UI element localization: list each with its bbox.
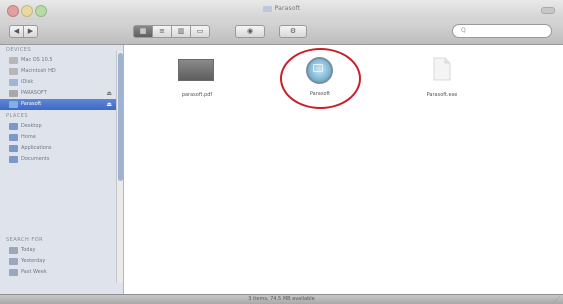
- finder-window: Parasoft ◀ ▶ ▦ ≡ ▥ ▭ ◉ ⚙ Q DEVICES Mac O…: [0, 0, 563, 304]
- sidebar-item-desktop[interactable]: Desktop: [0, 121, 116, 132]
- sidebar-item-label: Parasoft: [21, 101, 42, 107]
- folder-icon: [262, 5, 272, 12]
- sidebar-item-label: Macintosh HD: [21, 68, 56, 74]
- toolbar-toggle-button[interactable]: [541, 7, 555, 14]
- sidebar-item-home[interactable]: Home: [0, 132, 116, 143]
- sidebar-item-label: Desktop: [21, 123, 42, 129]
- sidebar-section-devices: DEVICES: [6, 47, 32, 53]
- highlight-circle: [280, 48, 361, 109]
- back-button[interactable]: ◀: [9, 25, 24, 38]
- status-bar: 3 items, 74.5 MB available ⋰: [0, 294, 563, 304]
- file-browser: parasoft.pdf Parasoft Parasoft.exe: [125, 45, 563, 294]
- sidebar-section-places: PLACES: [6, 113, 29, 119]
- icon-view-button[interactable]: ▦: [133, 25, 153, 38]
- file-name: parasoft.pdf: [181, 92, 213, 98]
- clock-icon: [9, 258, 18, 265]
- file-item[interactable]: parasoft.pdf: [172, 55, 222, 105]
- sidebar-item-yesterday[interactable]: Yesterday: [0, 256, 116, 267]
- search-icon: Q: [461, 27, 466, 34]
- clock-icon: [9, 247, 18, 254]
- file-item[interactable]: Parasoft.exe: [414, 55, 470, 105]
- sidebar-item-label: Mac OS 10.5: [21, 57, 53, 63]
- sidebar-item-label: Past Week: [21, 269, 47, 275]
- sidebar-item-today[interactable]: Today: [0, 245, 116, 256]
- forward-button[interactable]: ▶: [23, 25, 38, 38]
- sidebar-item-label: Today: [21, 247, 36, 253]
- sidebar-item-label: Applications: [21, 145, 52, 151]
- disk-image-icon: [9, 90, 18, 97]
- window-title-text: Parasoft: [274, 5, 301, 12]
- sidebar-item-idisk[interactable]: iDisk: [0, 77, 116, 88]
- column-view-button[interactable]: ▥: [171, 25, 191, 38]
- sidebar-item-parasoft[interactable]: Parasoft ⏏: [0, 99, 116, 110]
- status-text: 3 items, 74.5 MB available: [248, 296, 315, 302]
- quick-look-button[interactable]: ◉: [235, 25, 265, 38]
- document-icon: [433, 57, 451, 81]
- sidebar-scrollbar[interactable]: [116, 51, 123, 283]
- hard-disk-icon: [9, 68, 18, 75]
- sidebar-item-label: Home: [21, 134, 36, 140]
- idisk-icon: [9, 79, 18, 86]
- cover-flow-icon: ▭: [196, 27, 204, 35]
- applications-icon: [9, 145, 18, 152]
- sidebar-item-mac-os[interactable]: Mac OS 10.5: [0, 55, 116, 66]
- cover-flow-button[interactable]: ▭: [190, 25, 210, 38]
- sidebar-item-label: iDisk: [21, 79, 34, 85]
- eject-icon[interactable]: ⏏: [106, 88, 112, 99]
- sidebar-scroll-thumb[interactable]: [118, 53, 123, 181]
- home-icon: [9, 134, 18, 141]
- list-view-button[interactable]: ≡: [152, 25, 172, 38]
- pdf-icon: [178, 59, 214, 81]
- back-arrow-icon: ◀: [13, 27, 20, 35]
- title-bar: Parasoft: [0, 0, 563, 20]
- sidebar-item-parasoft-volume[interactable]: PARASOFT ⏏: [0, 88, 116, 99]
- file-name: Parasoft.exe: [426, 92, 458, 98]
- sidebar-item-macintosh-hd[interactable]: Macintosh HD: [0, 66, 116, 77]
- search-input[interactable]: Q: [452, 24, 552, 38]
- sidebar-item-label: Yesterday: [21, 258, 46, 264]
- window-title: Parasoft: [0, 5, 563, 12]
- sidebar-item-documents[interactable]: Documents: [0, 154, 116, 165]
- sidebar-item-applications[interactable]: Applications: [0, 143, 116, 154]
- eye-icon: ◉: [246, 27, 254, 35]
- clock-icon: [9, 269, 18, 276]
- sidebar-item-label: Documents: [21, 156, 50, 162]
- action-menu-button[interactable]: ⚙: [279, 25, 307, 38]
- hard-disk-icon: [9, 57, 18, 64]
- sidebar-item-label: PARASOFT: [21, 90, 47, 96]
- icon-view-icon: ▦: [139, 27, 147, 35]
- sidebar-section-search-for: SEARCH FOR: [6, 237, 44, 243]
- resize-handle-icon[interactable]: ⋰: [554, 296, 560, 303]
- gear-icon: ⚙: [289, 27, 297, 35]
- desktop-icon: [9, 123, 18, 130]
- forward-arrow-icon: ▶: [27, 27, 34, 35]
- documents-icon: [9, 156, 18, 163]
- column-view-icon: ▥: [177, 27, 185, 35]
- toolbar: ◀ ▶ ▦ ≡ ▥ ▭ ◉ ⚙ Q: [0, 20, 563, 45]
- list-view-icon: ≡: [159, 27, 165, 35]
- sidebar-item-past-week[interactable]: Past Week: [0, 267, 116, 278]
- eject-icon[interactable]: ⏏: [106, 99, 112, 110]
- disk-image-icon: [9, 101, 18, 108]
- sidebar: DEVICES Mac OS 10.5 Macintosh HD iDisk P…: [0, 45, 124, 294]
